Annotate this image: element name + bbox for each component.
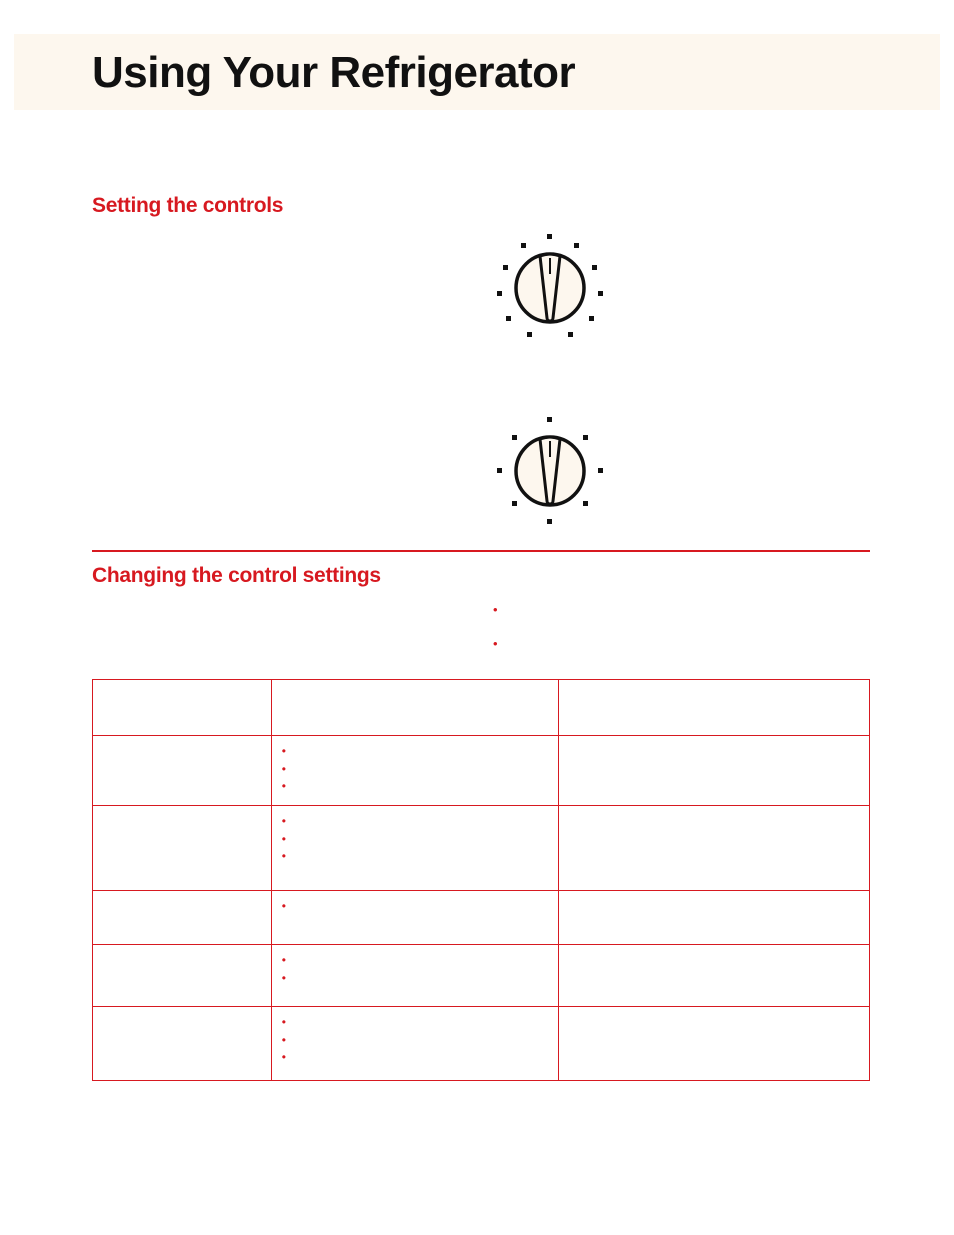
freezer-dial-icon: [490, 411, 610, 536]
list-item: Very cold room temperature (can't cycle …: [282, 849, 548, 880]
setting-para-2: The settings for the Refrigerator and Fr…: [92, 287, 474, 336]
cell-action: Turn REFRIGERATOR Control toward higher …: [559, 736, 870, 806]
th-action: RECOMMENDED CONTROL SETTING:: [559, 680, 870, 736]
setting-important: IMPORTANT: Neither control will turn off…: [92, 388, 474, 437]
cell-reasons: Door opened often Large amount of food a…: [282, 814, 548, 880]
freezer-dial-label: FREEZER CONTROL: [626, 450, 870, 464]
refrigerator-control-dial-block: REFRIGERATOR CONTROL The Refrigerator Co…: [490, 228, 870, 353]
list-item: Large amount of food added: [282, 762, 548, 778]
setting-para-3: Give the refrigerator time to cool down …: [92, 345, 474, 377]
list-item: Ice bin not turned on: [282, 971, 548, 987]
list-item: Controls not set correctly for your cond…: [282, 899, 548, 915]
cell-reasons: Food stored incorrectly Not level Door b…: [282, 1015, 548, 1066]
settings-table: CONDITION: REASON: RECOMMENDED CONTROL S…: [92, 679, 870, 1081]
changing-note-2: Except when starting the refrigerator, d…: [504, 636, 870, 670]
changing-lead: If you need to adjust temperatures in re…: [92, 603, 463, 667]
list-item: Not level: [282, 1033, 548, 1049]
cell-action: See "Food storage guide" on page 18; or …: [559, 1007, 870, 1081]
dial-column: REFRIGERATOR CONTROL The Refrigerator Co…: [474, 228, 870, 550]
section-divider: [92, 550, 870, 552]
cell-condition: FREEZER section too warm/ice not made fa…: [93, 806, 272, 891]
cell-condition: REFRIGERATOR section too cold: [93, 891, 272, 945]
refrigerator-dial-desc: The Refrigerator Control adjusts cooling…: [626, 264, 870, 335]
list-item: Door blocked open: [282, 1050, 548, 1066]
freezer-dial-desc: The Freezer Control adjusts the cool air…: [626, 468, 870, 497]
title-bar: Using Your Refrigerator: [14, 34, 940, 110]
th-condition: CONDITION:: [93, 680, 272, 736]
heading-setting-controls: Setting the controls: [92, 194, 870, 218]
page-title: Using Your Refrigerator: [92, 34, 870, 98]
table-row: REFRIGERATOR section too warm Door opene…: [93, 736, 870, 806]
section-setting-controls: Setting the controls When you plug in th…: [92, 194, 870, 550]
cell-condition: REFRIGERATOR section too warm: [93, 736, 272, 806]
setting-para-1: When you plug in the refrigerator for th…: [92, 228, 474, 277]
list-item: Controls not set correctly for your cond…: [282, 953, 548, 969]
refrigerator-dial-icon: [490, 228, 610, 353]
th-reason: REASON:: [271, 680, 558, 736]
freezer-control-dial-block: FREEZER CONTROL The Freezer Control adju…: [490, 411, 870, 536]
table-row: FREEZER section too cold Controls not se…: [93, 945, 870, 1007]
cell-action: Turn FREEZER Control toward lower number…: [559, 945, 870, 1007]
list-item: Food stored incorrectly: [282, 1015, 548, 1031]
list-item: Large amount of food added: [282, 832, 548, 848]
list-item: Door opened often: [282, 814, 548, 830]
heading-changing-settings: Changing the control settings: [92, 564, 870, 588]
table-row: FREEZER section too warm/ice not made fa…: [93, 806, 870, 891]
manual-page: Using Your Refrigerator Setting the cont…: [0, 0, 954, 1235]
cell-condition: FREEZER section too cold: [93, 945, 272, 1007]
cell-reasons: Door opened often Large amount of food a…: [282, 744, 548, 795]
cell-reasons: Controls not set correctly for your cond…: [282, 899, 548, 915]
cell-action: Turn REFRIGERATOR Control toward lower n…: [559, 891, 870, 945]
table-row: REFRIGERATOR section too cold Controls n…: [93, 891, 870, 945]
refrigerator-dial-label: REFRIGERATOR CONTROL: [626, 246, 870, 260]
cell-action: Turn FREEZER Control toward higher numbe…: [559, 806, 870, 891]
list-item: Door opened often: [282, 744, 548, 760]
section-changing-settings: Changing the control settings If you nee…: [92, 564, 870, 1081]
list-item: Room temperature very warm: [282, 779, 548, 795]
cell-reasons: Controls not set correctly for your cond…: [282, 953, 548, 986]
cell-condition: Not cooling properly: [93, 1007, 272, 1081]
setting-controls-text: When you plug in the refrigerator for th…: [92, 228, 474, 446]
changing-note-1: Adjust the Refrigerator Control first. W…: [504, 602, 870, 636]
changing-settings-intro: If you need to adjust temperatures in re…: [92, 602, 870, 669]
page-number: 8: [92, 1193, 100, 1209]
table-row: Not cooling properly Food stored incorre…: [93, 1007, 870, 1081]
